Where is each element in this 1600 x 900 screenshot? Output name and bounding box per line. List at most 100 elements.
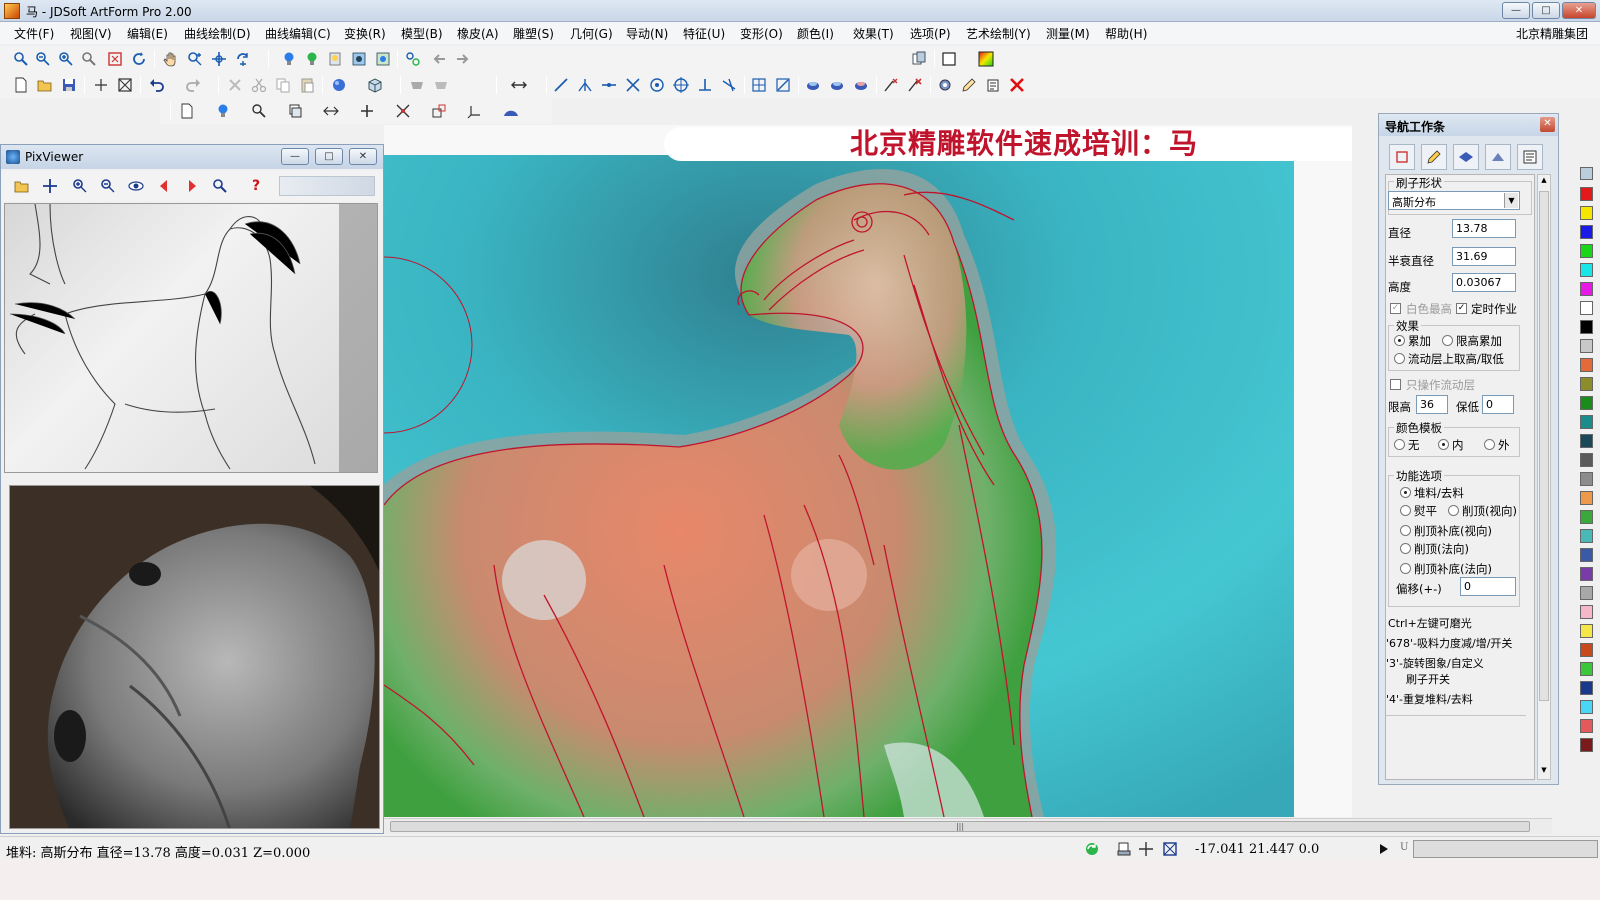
flow-layer-radio[interactable] xyxy=(1394,353,1405,364)
palette-swatch[interactable] xyxy=(1580,662,1593,676)
scale-icon[interactable] xyxy=(430,102,448,120)
pv-move-icon[interactable] xyxy=(41,177,59,195)
play-icon[interactable] xyxy=(1378,843,1390,855)
render-texture-icon[interactable] xyxy=(374,50,392,68)
pv-next-icon[interactable] xyxy=(183,177,201,195)
tangent-icon[interactable] xyxy=(720,76,738,94)
menu-geometry[interactable]: 几何(G) xyxy=(570,25,613,42)
zoom-out-icon[interactable] xyxy=(34,50,52,68)
light-bulb-green-icon[interactable] xyxy=(303,50,321,68)
new-file-icon[interactable] xyxy=(12,76,30,94)
scroll-thumb[interactable] xyxy=(1539,191,1549,701)
pv-eye-icon[interactable] xyxy=(127,177,145,195)
menu-curve-edit[interactable]: 曲线编辑(C) xyxy=(265,25,331,42)
box-select-icon[interactable] xyxy=(116,76,134,94)
export-icon[interactable] xyxy=(984,76,1002,94)
zoom-window-icon[interactable] xyxy=(12,50,30,68)
opt-shave-fill-view-radio[interactable] xyxy=(1400,525,1411,536)
menu-file[interactable]: 文件(F) xyxy=(14,25,54,42)
render-shade-icon[interactable] xyxy=(350,50,368,68)
perpendicular-icon[interactable] xyxy=(696,76,714,94)
zoom-all-icon[interactable] xyxy=(80,50,98,68)
pv-help-icon[interactable]: ? xyxy=(247,177,265,195)
palette-swatch[interactable] xyxy=(1580,187,1593,201)
point-snap-icon[interactable] xyxy=(774,76,792,94)
palette-picker-icon[interactable] xyxy=(1580,167,1593,180)
navpanel-close-button[interactable]: ✕ xyxy=(1540,117,1555,132)
palette-swatch[interactable] xyxy=(1580,719,1593,733)
forward-arrow-icon[interactable] xyxy=(454,50,472,68)
palette-swatch[interactable] xyxy=(1580,586,1593,600)
delete-icon[interactable] xyxy=(226,76,244,94)
grid-snap-icon[interactable] xyxy=(750,76,768,94)
palette-swatch[interactable] xyxy=(1580,415,1593,429)
model-viewport[interactable]: 北京精雕软件速成培训：马 xyxy=(384,125,1352,817)
palette-swatch[interactable] xyxy=(1580,396,1593,410)
node-delete-icon[interactable] xyxy=(906,76,924,94)
arrange-icon[interactable] xyxy=(322,102,340,120)
close-red-icon[interactable] xyxy=(1008,76,1026,94)
xyz-axis-icon[interactable] xyxy=(466,102,484,120)
pv-zoom-in-icon[interactable] xyxy=(71,177,89,195)
palette-swatch[interactable] xyxy=(1580,282,1593,296)
accumulate-radio[interactable] xyxy=(1394,335,1405,346)
palette-swatch[interactable] xyxy=(1580,320,1593,334)
pixviewer-minimize-button[interactable]: — xyxy=(281,148,309,165)
back-arrow-icon[interactable] xyxy=(430,50,448,68)
move-view-icon[interactable] xyxy=(210,50,228,68)
offset-input[interactable]: 0 xyxy=(1460,577,1516,596)
opt-shave-fill-normal-radio[interactable] xyxy=(1400,563,1411,574)
palette-swatch[interactable] xyxy=(1580,700,1593,714)
menu-deform[interactable]: 变形(O) xyxy=(740,25,783,42)
node-select-icon[interactable] xyxy=(882,76,900,94)
opt-flatten-radio[interactable] xyxy=(1400,505,1411,516)
frame-color-icon[interactable] xyxy=(940,50,958,68)
palette-swatch[interactable] xyxy=(1580,434,1593,448)
align-icon[interactable] xyxy=(510,76,528,94)
zoom-in-icon[interactable] xyxy=(57,50,75,68)
gear-relief-icon[interactable] xyxy=(936,76,954,94)
scroll-up-icon[interactable]: ▲ xyxy=(1539,176,1549,188)
hscroll-thumb[interactable]: ||| xyxy=(390,821,1530,832)
pixviewer-close-button[interactable]: ✕ xyxy=(349,148,377,165)
menu-feature[interactable]: 特征(U) xyxy=(683,25,725,42)
minimize-button[interactable]: — xyxy=(1502,2,1530,19)
palette-swatch[interactable] xyxy=(1580,358,1593,372)
box-status-icon[interactable] xyxy=(1162,841,1178,857)
pv-open-folder-icon[interactable] xyxy=(13,177,31,195)
copy-layer-icon[interactable] xyxy=(910,50,928,68)
opt-shave-normal-radio[interactable] xyxy=(1400,543,1411,554)
cross-snap-icon[interactable] xyxy=(92,76,110,94)
horizontal-line-icon[interactable] xyxy=(600,76,618,94)
menu-art-draw[interactable]: 艺术绘制(Y) xyxy=(966,25,1031,42)
brush-shape-select[interactable]: 高斯分布 xyxy=(1388,191,1520,210)
color-gradient-icon[interactable] xyxy=(977,50,995,68)
maximize-button[interactable]: □ xyxy=(1532,2,1560,19)
layers-icon[interactable] xyxy=(286,102,304,120)
white-highest-checkbox[interactable]: ✓ xyxy=(1390,303,1401,314)
redo-icon[interactable] xyxy=(184,76,202,94)
tab-model-icon[interactable] xyxy=(1389,144,1415,170)
palette-swatch[interactable] xyxy=(1580,491,1593,505)
diameter-input[interactable]: 13.78 xyxy=(1452,219,1516,238)
relief-2-icon[interactable] xyxy=(828,76,846,94)
menu-edit[interactable]: 编辑(E) xyxy=(127,25,168,42)
menu-view[interactable]: 视图(V) xyxy=(70,25,112,42)
limit-high-input[interactable]: 36 xyxy=(1416,395,1448,414)
palette-swatch[interactable] xyxy=(1580,225,1593,239)
limit-accumulate-radio[interactable] xyxy=(1442,335,1453,346)
palette-swatch[interactable] xyxy=(1580,567,1593,581)
navpanel-scrollbar[interactable]: ▲ ▼ xyxy=(1537,174,1551,780)
scroll-down-icon[interactable]: ▼ xyxy=(1539,766,1549,778)
color-none-radio[interactable] xyxy=(1394,439,1405,450)
target-icon[interactable] xyxy=(672,76,690,94)
menu-measure[interactable]: 测量(M) xyxy=(1046,25,1090,42)
undo-icon[interactable] xyxy=(148,76,166,94)
pixviewer-maximize-button[interactable]: □ xyxy=(315,148,343,165)
palette-swatch[interactable] xyxy=(1580,529,1593,543)
palette-swatch[interactable] xyxy=(1580,206,1593,220)
menu-sculpt[interactable]: 雕塑(S) xyxy=(513,25,554,42)
pv-zoom-out-icon[interactable] xyxy=(99,177,117,195)
menu-curve-draw[interactable]: 曲线绘制(D) xyxy=(184,25,251,42)
circle-draw-icon[interactable] xyxy=(648,76,666,94)
